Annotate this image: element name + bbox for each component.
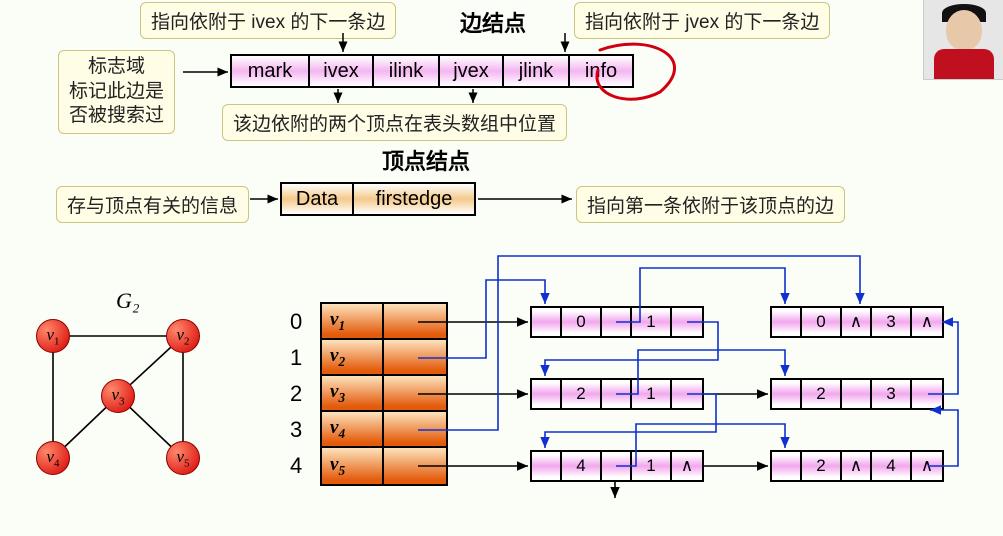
cell — [602, 308, 632, 336]
callout-mark: 标志域 标记此边是 否被搜索过 — [58, 50, 175, 134]
field-ilink: ilink — [374, 56, 440, 86]
edge-node-r4a: 4 1 ∧ — [530, 450, 704, 482]
cell — [672, 308, 702, 336]
field-data: Data — [282, 184, 354, 214]
title-edge-node: 边结点 — [460, 6, 526, 38]
va-label-2: v3 — [322, 376, 382, 412]
va-ptr-0 — [384, 304, 446, 340]
cell: 3 — [872, 308, 912, 336]
cell — [912, 380, 942, 408]
cell — [602, 452, 632, 480]
index-2: 2 — [290, 381, 302, 407]
callout-data: 存与顶点有关的信息 — [56, 186, 249, 223]
cell: ∧ — [842, 308, 872, 336]
callout-ilink: 指向依附于 ivex 的下一条边 — [140, 2, 396, 39]
cell: ∧ — [842, 452, 872, 480]
vertex-node-structure: Data firstedge — [280, 182, 476, 216]
field-jlink: jlink — [504, 56, 570, 86]
graph-vertex-v3: v3 — [101, 379, 135, 413]
cell: 4 — [562, 452, 602, 480]
cell: 2 — [562, 380, 602, 408]
title-vertex-node: 顶点结点 — [382, 144, 470, 176]
field-firstedge: firstedge — [354, 184, 474, 214]
edge-node-structure: mark ivex ilink jvex jlink info — [230, 54, 634, 88]
field-info: info — [570, 56, 632, 86]
index-0: 0 — [290, 309, 302, 335]
graph-vertex-v1: v1 — [36, 319, 70, 353]
cell: 1 — [632, 308, 672, 336]
va-label-4: v5 — [322, 448, 382, 484]
cell — [532, 308, 562, 336]
index-3: 3 — [290, 417, 302, 443]
field-mark: mark — [232, 56, 310, 86]
va-label-1: v2 — [322, 340, 382, 376]
cell — [532, 380, 562, 408]
va-ptr-3 — [384, 412, 446, 448]
cell: 0 — [562, 308, 602, 336]
graph-vertex-v2: v2 — [166, 319, 200, 353]
cell: 1 — [632, 380, 672, 408]
cell: ∧ — [912, 452, 942, 480]
edge-node-r4b: 2 ∧ 4 ∧ — [770, 450, 944, 482]
cell — [672, 380, 702, 408]
cell: 1 — [632, 452, 672, 480]
cell: ∧ — [672, 452, 702, 480]
cell — [772, 452, 802, 480]
va-label-3: v4 — [322, 412, 382, 448]
edge-node-r2a: 2 1 — [530, 378, 704, 410]
index-4: 4 — [290, 453, 302, 479]
cell — [772, 380, 802, 408]
cell: 0 — [802, 308, 842, 336]
vertex-array: v1 v2 v3 v4 v5 — [320, 302, 448, 486]
field-jvex: jvex — [440, 56, 504, 86]
graph-vertex-v5: v5 — [166, 441, 200, 475]
cell: 2 — [802, 452, 842, 480]
va-ptr-4 — [384, 448, 446, 484]
field-ivex: ivex — [310, 56, 374, 86]
graph-label: G₂ — [116, 288, 140, 314]
cell — [532, 452, 562, 480]
cell: ∧ — [912, 308, 942, 336]
va-ptr-1 — [384, 340, 446, 376]
edge-node-r0b: 0 ∧ 3 ∧ — [770, 306, 944, 338]
cell — [602, 380, 632, 408]
index-1: 1 — [290, 345, 302, 371]
webcam-thumbnail — [923, 0, 1003, 80]
callout-jlink: 指向依附于 jvex 的下一条边 — [574, 2, 830, 39]
cell: 3 — [872, 380, 912, 408]
cell: 4 — [872, 452, 912, 480]
edge-node-r0a: 0 1 — [530, 306, 704, 338]
graph-vertex-v4: v4 — [36, 441, 70, 475]
cell — [772, 308, 802, 336]
callout-mark-text: 标志域 标记此边是 否被搜索过 — [69, 56, 164, 126]
graph-g2: G₂ v1 v2 v3 v4 v5 — [28, 300, 238, 510]
va-ptr-2 — [384, 376, 446, 412]
cell — [842, 380, 872, 408]
edge-node-r2b: 2 3 — [770, 378, 944, 410]
callout-ivex-jvex: 该边依附的两个顶点在表头数组中位置 — [222, 104, 567, 141]
callout-firstedge: 指向第一条依附于该顶点的边 — [576, 186, 845, 223]
va-label-0: v1 — [322, 304, 382, 340]
cell: 2 — [802, 380, 842, 408]
